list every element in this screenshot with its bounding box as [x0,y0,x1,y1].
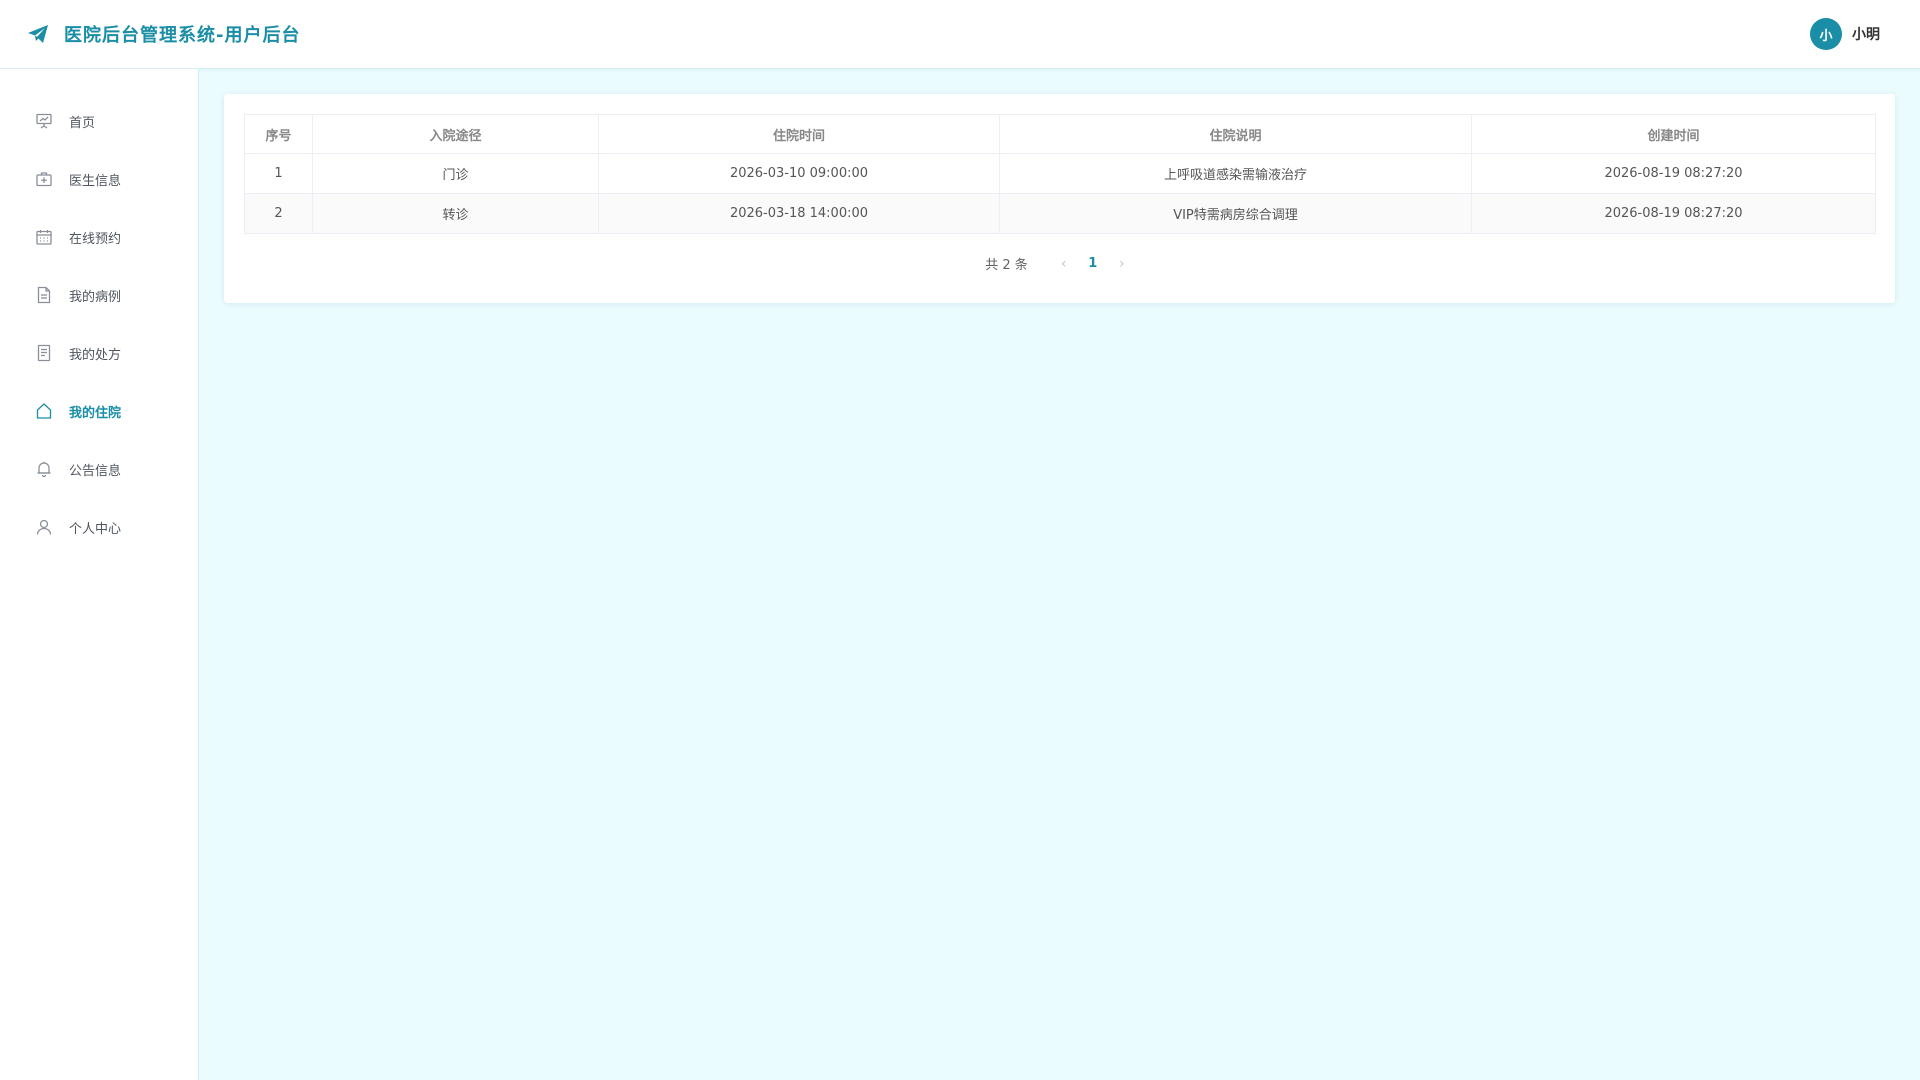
table-row[interactable]: 2 转诊 2026-03-18 14:00:00 VIP特需病房综合调理 202… [244,193,1876,234]
top-header: 医院后台管理系统-用户后台 小 小明 [0,0,1920,69]
sidebar-item-hospitalization[interactable]: 我的住院 [0,382,198,440]
table-cell: 门诊 [312,153,599,194]
home-icon [35,402,53,420]
list-document-icon [35,344,53,362]
sidebar-item-label: 我的住院 [69,405,122,421]
sidebar-item-label: 个人中心 [69,521,122,537]
pagination: 共 2 条 ‹ 1 › [244,254,1875,274]
column-header[interactable]: 入院途径 [312,114,599,154]
sidebar-item-label: 公告信息 [69,463,122,479]
sidebar-item-label: 在线预约 [69,231,122,247]
table-header-row: 序号 入院途径 住院时间 住院说明 创建时间 [244,114,1876,154]
app-title: 医院后台管理系统-用户后台 [64,25,301,46]
pagination-total: 共 2 条 [985,258,1028,273]
sidebar-item-prescriptions[interactable]: 我的处方 [0,324,198,382]
chevron-right-icon[interactable]: › [1110,256,1134,272]
calendar-icon [35,228,53,246]
column-header[interactable]: 创建时间 [1471,114,1876,154]
chevron-left-icon[interactable]: ‹ [1052,256,1076,272]
sidebar-item-profile[interactable]: 个人中心 [0,498,198,556]
document-icon [35,286,53,304]
main-content: 序号 入院途径 住院时间 住院说明 创建时间 1 门诊 2026-03-10 0… [199,69,1920,1080]
pagination-page-button[interactable]: 1 [1076,256,1110,271]
table-cell: 上呼吸道感染需输液治疗 [999,153,1472,194]
avatar[interactable]: 小 [1810,18,1842,50]
username[interactable]: 小明 [1852,24,1880,44]
paper-plane-icon [26,22,50,46]
table-cell: 转诊 [312,193,599,234]
table-cell: 1 [244,153,313,194]
sidebar-item-medical-records[interactable]: 我的病例 [0,266,198,324]
table-cell: 2026-08-19 08:27:20 [1471,193,1876,234]
table-cell: 2026-08-19 08:27:20 [1471,153,1876,194]
sidebar-item-announcements[interactable]: 公告信息 [0,440,198,498]
hospitalization-table: 序号 入院途径 住院时间 住院说明 创建时间 1 门诊 2026-03-10 0… [244,114,1876,234]
first-aid-kit-icon [35,170,53,188]
user-menu[interactable]: 小 小明 [1810,18,1880,50]
presentation-icon [35,112,53,130]
sidebar-item-label: 我的处方 [69,347,122,363]
hospitalization-card: 序号 入院途径 住院时间 住院说明 创建时间 1 门诊 2026-03-10 0… [224,94,1895,303]
table-cell: 2026-03-10 09:00:00 [598,153,1000,194]
table-cell: 2 [244,193,313,234]
sidebar-item-label: 我的病例 [69,289,122,305]
sidebar: 首页 医生信息 在线预约 我的病例 我的处方 我的住院 公告信息 个人中心 [0,69,199,1080]
user-icon [35,518,53,536]
sidebar-item-label: 首页 [69,115,96,131]
sidebar-item-doctors[interactable]: 医生信息 [0,150,198,208]
table-row[interactable]: 1 门诊 2026-03-10 09:00:00 上呼吸道感染需输液治疗 202… [244,153,1876,194]
column-header[interactable]: 住院时间 [598,114,1000,154]
table-cell: 2026-03-18 14:00:00 [598,193,1000,234]
table-cell: VIP特需病房综合调理 [999,193,1472,234]
column-header[interactable]: 序号 [244,114,313,154]
column-header[interactable]: 住院说明 [999,114,1472,154]
sidebar-item-home[interactable]: 首页 [0,92,198,150]
bell-icon [35,460,53,478]
sidebar-item-appointment[interactable]: 在线预约 [0,208,198,266]
sidebar-item-label: 医生信息 [69,173,122,189]
